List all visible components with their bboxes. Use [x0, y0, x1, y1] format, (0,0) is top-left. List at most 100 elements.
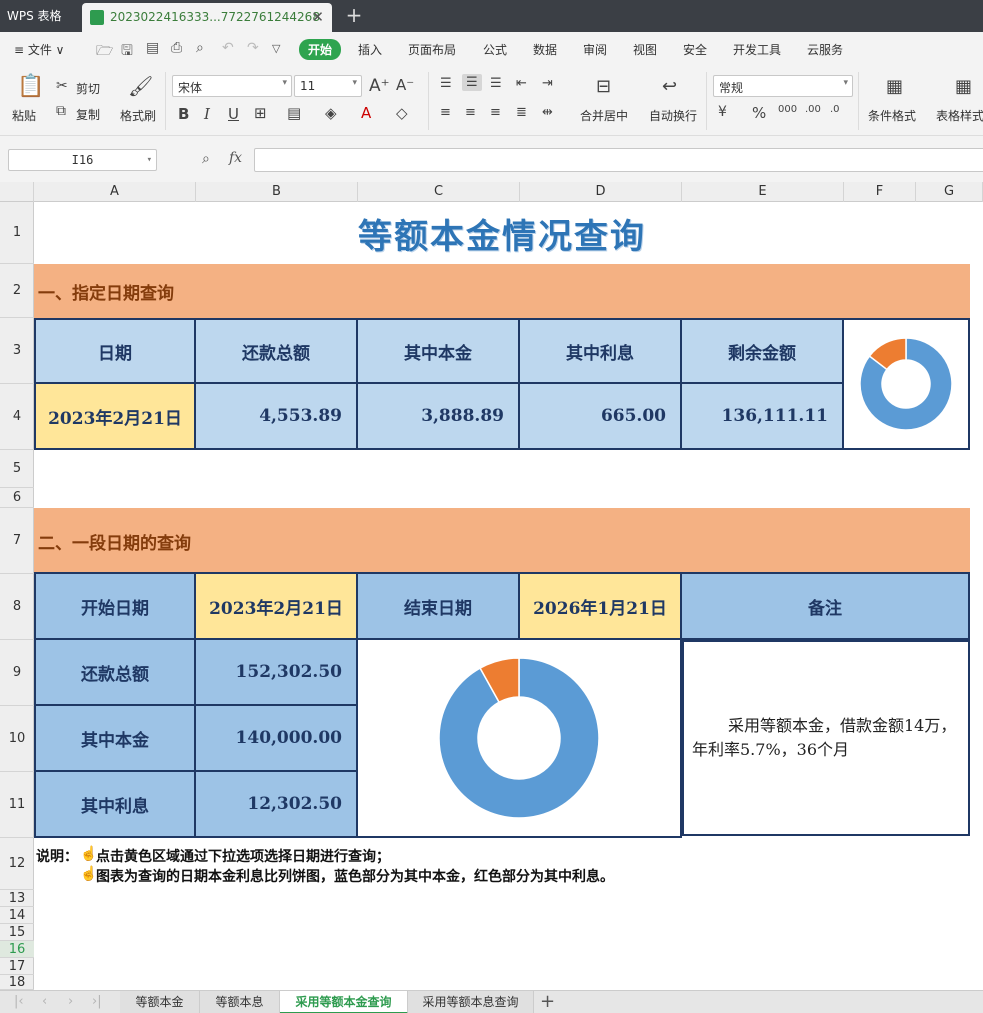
select-all-corner[interactable] — [0, 182, 34, 202]
zoom-icon[interactable]: ⌕ — [202, 151, 210, 167]
end-date-select[interactable]: 2026年1月21日 — [518, 572, 682, 640]
conditional-format-button[interactable]: 条件格式 — [868, 107, 916, 124]
menu-security[interactable]: 安全 — [683, 41, 707, 58]
pdf-icon[interactable]: ▤ — [146, 40, 159, 56]
sheet-tab-equal-installment[interactable]: 等额本息 — [200, 991, 280, 1013]
clear-format-icon[interactable]: ◇ — [396, 104, 408, 122]
row-header[interactable]: 18 — [0, 975, 34, 990]
paste-icon[interactable]: 📋 — [17, 74, 44, 99]
row-header[interactable]: 9 — [0, 640, 34, 706]
redo-icon[interactable]: ↷ — [247, 40, 259, 56]
document-tab[interactable]: 2023022416333...7722761244268 ✕ — [82, 3, 332, 32]
align-middle-icon[interactable]: ☰ — [462, 74, 482, 91]
file-menu[interactable]: ≡ 文件 ∨ — [14, 41, 64, 58]
date-select[interactable]: 2023年2月21日 — [34, 382, 196, 450]
menu-review[interactable]: 审阅 — [583, 41, 607, 58]
currency-icon[interactable]: ¥ — [718, 104, 727, 120]
column-header[interactable]: G — [916, 182, 983, 202]
align-left-icon[interactable]: ≡ — [440, 105, 451, 120]
menu-home[interactable]: 开始 — [299, 39, 342, 60]
align-right-icon[interactable]: ≡ — [490, 105, 501, 120]
column-header[interactable]: F — [844, 182, 916, 202]
pie-chart-1-frame[interactable] — [842, 318, 970, 450]
decrease-indent-icon[interactable]: ⇤ — [516, 76, 527, 91]
sheet-tab-installment-query[interactable]: 采用等额本息查询 — [408, 991, 534, 1013]
menu-formulas[interactable]: 公式 — [483, 41, 507, 58]
increase-decimal-icon[interactable]: .00 — [805, 104, 821, 115]
column-header[interactable]: B — [196, 182, 358, 202]
open-icon[interactable]: 🗁 — [96, 40, 113, 64]
menu-view[interactable]: 视图 — [633, 41, 657, 58]
percent-icon[interactable]: % — [752, 104, 766, 122]
row-header[interactable]: 12 — [0, 838, 34, 890]
column-header[interactable]: E — [682, 182, 844, 202]
row-header[interactable]: 6 — [0, 488, 34, 508]
cut-button[interactable]: 剪切 — [76, 80, 100, 97]
row-header[interactable]: 15 — [0, 924, 34, 941]
name-box[interactable]: I16 ▾ — [8, 149, 157, 171]
undo-icon[interactable]: ↶ — [222, 40, 234, 56]
decrease-decimal-icon[interactable]: .0 — [830, 104, 840, 115]
distributed-icon[interactable]: ⇹ — [542, 105, 553, 120]
align-center-icon[interactable]: ≡ — [465, 105, 476, 120]
sheet-tab-principal-query[interactable]: 采用等额本金查询 — [280, 991, 408, 1013]
row-header[interactable]: 3 — [0, 318, 34, 384]
decrease-font-icon[interactable]: A⁻ — [396, 76, 414, 94]
border-icon[interactable]: ⊞ — [254, 104, 267, 122]
column-header[interactable]: C — [358, 182, 520, 202]
thousands-icon[interactable]: 000 — [778, 104, 797, 115]
italic-icon[interactable]: I — [204, 105, 210, 123]
increase-indent-icon[interactable]: ⇥ — [542, 76, 553, 91]
print-preview-icon[interactable]: ⌕ — [196, 40, 204, 56]
bold-icon[interactable]: B — [178, 105, 189, 123]
merge-center-icon[interactable]: ⊟ — [596, 76, 611, 97]
menu-developer[interactable]: 开发工具 — [733, 41, 781, 58]
start-date-select[interactable]: 2023年2月21日 — [194, 572, 358, 640]
first-sheet-icon[interactable]: |‹ — [14, 994, 24, 1009]
menu-insert[interactable]: 插入 — [358, 41, 382, 58]
row-header[interactable]: 10 — [0, 706, 34, 772]
new-tab-button[interactable]: + — [344, 0, 364, 32]
conditional-format-icon[interactable]: ▦ — [886, 76, 903, 97]
prev-sheet-icon[interactable]: ‹ — [42, 994, 47, 1009]
row-header[interactable]: 11 — [0, 772, 34, 838]
format-painter-icon[interactable]: 🖌 — [128, 74, 153, 98]
menu-cloud[interactable]: 云服务 — [807, 41, 843, 58]
underline-icon[interactable]: U — [228, 105, 239, 123]
formula-input[interactable] — [254, 148, 983, 172]
add-sheet-button[interactable]: + — [540, 991, 555, 1013]
row-header[interactable]: 7 — [0, 508, 34, 574]
app-tab[interactable]: WPS 表格 — [0, 0, 78, 32]
wrap-text-button[interactable]: 自动换行 — [649, 107, 697, 124]
paste-button[interactable]: 粘贴 — [12, 107, 36, 124]
column-header[interactable]: A — [34, 182, 196, 202]
customize-chevron-icon[interactable]: ▽ — [272, 42, 280, 55]
increase-font-icon[interactable]: A⁺ — [369, 76, 390, 96]
sheet-tab-equal-principal[interactable]: 等额本金 — [120, 991, 200, 1013]
justify-icon[interactable]: ≣ — [516, 105, 527, 120]
next-sheet-icon[interactable]: › — [68, 994, 73, 1009]
font-name-select[interactable]: 宋体 ▾ — [172, 75, 292, 97]
align-bottom-icon[interactable]: ☰ — [490, 76, 502, 91]
close-tab-icon[interactable]: ✕ — [311, 3, 324, 32]
menu-page-layout[interactable]: 页面布局 — [408, 41, 456, 58]
row-header[interactable]: 1 — [0, 202, 34, 264]
copy-button[interactable]: 复制 — [76, 106, 100, 123]
row-header[interactable]: 2 — [0, 264, 34, 318]
save-icon[interactable]: 🖫 — [121, 40, 133, 64]
insert-function-icon[interactable]: fx — [229, 150, 242, 166]
row-header[interactable]: 8 — [0, 574, 34, 640]
row-header[interactable]: 13 — [0, 890, 34, 907]
pie-chart-2-frame[interactable] — [356, 638, 682, 838]
sheet-grid[interactable]: 等额本金情况查询 一、指定日期查询 日期 还款总额 其中本金 其中利息 剩余金额… — [34, 202, 983, 990]
number-format-select[interactable]: 常规 ▾ — [713, 75, 853, 97]
table-style-icon[interactable]: ▦ — [955, 76, 972, 97]
align-top-icon[interactable]: ☰ — [440, 76, 452, 91]
font-color-icon[interactable]: A — [361, 104, 371, 122]
row-header-selected[interactable]: 16 — [0, 941, 34, 958]
fill-style-icon[interactable]: ▤ — [287, 104, 301, 122]
row-header[interactable]: 4 — [0, 384, 34, 450]
last-sheet-icon[interactable]: ›| — [92, 994, 102, 1009]
copy-icon[interactable]: ⧉ — [56, 103, 66, 119]
print-icon[interactable]: ⎙ — [171, 40, 182, 56]
